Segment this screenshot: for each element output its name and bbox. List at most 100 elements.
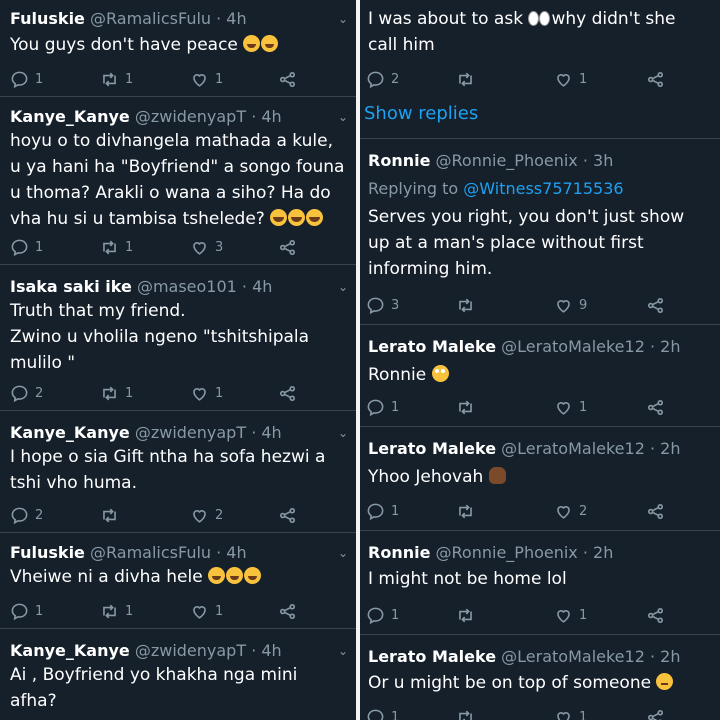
author-name[interactable]: Isaka saki ike xyxy=(10,277,132,296)
like-button[interactable]: 1 xyxy=(554,68,587,90)
retweet-button[interactable] xyxy=(456,396,481,418)
author-handle[interactable]: @Ronnie_Phoenix · 3h xyxy=(436,151,614,170)
chevron-down-icon[interactable]: ⌄ xyxy=(338,542,348,564)
retweet-count: 1 xyxy=(125,385,134,401)
like-button[interactable]: 1 xyxy=(554,396,587,418)
like-button[interactable]: 9 xyxy=(554,294,587,316)
author-name[interactable]: Kanye_Kanye xyxy=(10,423,130,442)
author-name[interactable]: Lerato Maleke xyxy=(368,337,496,356)
reply-count: 1 xyxy=(391,503,400,519)
retweet-button[interactable] xyxy=(456,68,481,90)
retweet-button[interactable]: 1 xyxy=(100,600,133,622)
like-button[interactable]: 1 xyxy=(190,600,223,622)
reply-button[interactable]: 2 xyxy=(366,68,399,90)
show-replies-link[interactable]: Show replies xyxy=(364,102,478,126)
like-button[interactable]: 1 xyxy=(554,706,587,720)
share-button[interactable] xyxy=(278,382,303,404)
share-button[interactable] xyxy=(646,294,671,316)
share-icon xyxy=(646,606,671,625)
author-name[interactable]: Lerato Maleke xyxy=(368,647,496,666)
share-button[interactable] xyxy=(646,706,671,720)
tweet-actions: 1 1 3 xyxy=(0,236,356,258)
author-handle[interactable]: @LeratoMaleke12 · 2h xyxy=(501,337,680,356)
author-handle[interactable]: @zwidenyapT · 4h xyxy=(135,641,282,660)
reply-button[interactable]: 1 xyxy=(366,396,399,418)
chevron-down-icon[interactable]: ⌄ xyxy=(338,8,348,30)
author-handle[interactable]: @RamalicsFulu · 4h xyxy=(90,9,247,28)
tweet-text-content: Ai , Boyfriend yo khakha nga mini afha? xyxy=(10,665,298,711)
author-handle[interactable]: @maseo101 · 4h xyxy=(137,277,272,296)
author-handle[interactable]: @LeratoMaleke12 · 2h xyxy=(501,439,680,458)
tweet-actions: 11 xyxy=(360,706,720,720)
retweet-button[interactable] xyxy=(456,500,481,522)
share-icon xyxy=(278,602,303,621)
like-button[interactable]: 1 xyxy=(554,604,587,626)
author-name[interactable]: Fuluskie xyxy=(10,543,85,562)
reply-button[interactable]: 1 xyxy=(10,236,43,258)
chevron-down-icon[interactable]: ⌄ xyxy=(338,276,348,298)
share-button[interactable] xyxy=(278,504,303,526)
share-button[interactable] xyxy=(646,68,671,90)
heart-icon xyxy=(190,384,215,403)
like-button[interactable]: 2 xyxy=(190,504,223,526)
like-button[interactable]: 1 xyxy=(190,68,223,90)
share-button[interactable] xyxy=(646,396,671,418)
reply-button[interactable]: 1 xyxy=(366,500,399,522)
reply-button[interactable]: 1 xyxy=(366,706,399,720)
share-icon xyxy=(646,398,671,417)
author-name[interactable]: Kanye_Kanye xyxy=(10,107,130,126)
retweet-button[interactable] xyxy=(456,706,481,720)
retweet-button[interactable] xyxy=(456,604,481,626)
like-button[interactable]: 3 xyxy=(190,236,223,258)
author-handle[interactable]: @LeratoMaleke12 · 2h xyxy=(501,647,680,666)
reply-count: 1 xyxy=(35,71,44,87)
like-button[interactable]: 1 xyxy=(190,382,223,404)
author-name[interactable]: Kanye_Kanye xyxy=(10,641,130,660)
reply-button[interactable]: 2 xyxy=(10,504,43,526)
reply-button[interactable]: 1 xyxy=(366,604,399,626)
chevron-down-icon[interactable]: ⌄ xyxy=(338,422,348,444)
tweet-text: I was about to ask why didn't she call h… xyxy=(368,6,710,58)
chevron-down-icon[interactable]: ⌄ xyxy=(338,640,348,662)
share-button[interactable] xyxy=(278,236,303,258)
author-handle[interactable]: @zwidenyapT · 4h xyxy=(135,423,282,442)
author-name[interactable]: Ronnie xyxy=(368,151,430,170)
share-button[interactable] xyxy=(646,500,671,522)
retweet-button[interactable]: 1 xyxy=(100,68,133,90)
author-name[interactable]: Ronnie xyxy=(368,543,430,562)
share-button[interactable] xyxy=(646,604,671,626)
reply-button[interactable]: 1 xyxy=(10,68,43,90)
share-icon xyxy=(278,506,303,525)
reply-button[interactable]: 2 xyxy=(10,382,43,404)
like-count: 9 xyxy=(579,297,588,313)
reply-button[interactable]: 3 xyxy=(366,294,399,316)
retweet-count: 1 xyxy=(125,71,134,87)
retweet-button[interactable]: 1 xyxy=(100,236,133,258)
share-button[interactable] xyxy=(278,600,303,622)
author-handle[interactable]: @RamalicsFulu · 4h xyxy=(90,543,247,562)
retweet-button[interactable]: 1 xyxy=(100,382,133,404)
author-handle[interactable]: @Ronnie_Phoenix · 2h xyxy=(436,543,614,562)
replying-to-handle-link[interactable]: @Witness75715536 xyxy=(463,179,623,198)
author-handle[interactable]: @zwidenyapT · 4h xyxy=(135,107,282,126)
like-button[interactable]: 2 xyxy=(554,500,587,522)
reply-icon xyxy=(10,238,35,257)
tweet-header: Kanye_Kanye @zwidenyapT · 4h xyxy=(10,106,326,128)
tweet-header: Kanye_Kanye @zwidenyapT · 4h xyxy=(10,422,326,444)
tweet-divider xyxy=(360,138,720,139)
laugh-emoji-icon xyxy=(226,567,244,584)
reply-button[interactable]: 1 xyxy=(10,600,43,622)
left-thread-column: Fuluskie @RamalicsFulu · 4h ⌄ You guys don… xyxy=(0,0,356,720)
share-button[interactable] xyxy=(278,68,303,90)
sad-emoji-icon xyxy=(656,673,674,690)
author-name[interactable]: Lerato Maleke xyxy=(368,439,496,458)
heart-icon xyxy=(554,606,579,625)
reply-count: 1 xyxy=(391,607,400,623)
heart-icon xyxy=(554,398,579,417)
chevron-down-icon[interactable]: ⌄ xyxy=(338,106,348,128)
retweet-button[interactable] xyxy=(456,294,481,316)
flush-emoji-icon xyxy=(431,365,449,382)
tweet-divider xyxy=(0,264,356,265)
retweet-button[interactable] xyxy=(100,504,125,526)
author-name[interactable]: Fuluskie xyxy=(10,9,85,28)
